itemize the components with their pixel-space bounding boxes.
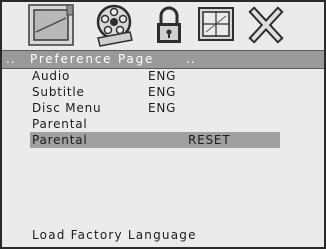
menu-item-value: ENG — [148, 69, 177, 83]
menu-item-value: RESET — [188, 133, 231, 147]
menu-item-label: Subtitle — [32, 85, 85, 99]
menu-item-label: Parental — [32, 133, 88, 147]
menu-item-label: Disc Menu — [32, 101, 102, 115]
toolbar — [2, 2, 324, 50]
title-dots-left: .. — [6, 52, 16, 66]
menu-item-label: Parental — [32, 117, 88, 131]
menu-item-value: ENG — [148, 101, 177, 115]
audio-setup-icon[interactable] — [90, 2, 142, 48]
menu-item-label: Audio — [32, 69, 71, 83]
page-title-bar: .. Preference Page .. — [2, 50, 324, 69]
menu-item-value: ENG — [148, 85, 177, 99]
footer-hint: Load Factory Language — [32, 228, 197, 242]
general-setup-icon[interactable] — [26, 2, 76, 48]
setup-menu-window: .. Preference Page .. Audio ENG Subtitle… — [0, 0, 326, 249]
page-title: Preference Page — [30, 52, 155, 66]
menu-item-parental-reset-selected[interactable]: Parental RESET — [30, 132, 280, 148]
video-setup-icon[interactable] — [196, 2, 238, 48]
exit-icon[interactable] — [246, 2, 286, 48]
title-dots-right: .. — [186, 52, 196, 66]
preference-lock-icon[interactable] — [152, 2, 186, 48]
